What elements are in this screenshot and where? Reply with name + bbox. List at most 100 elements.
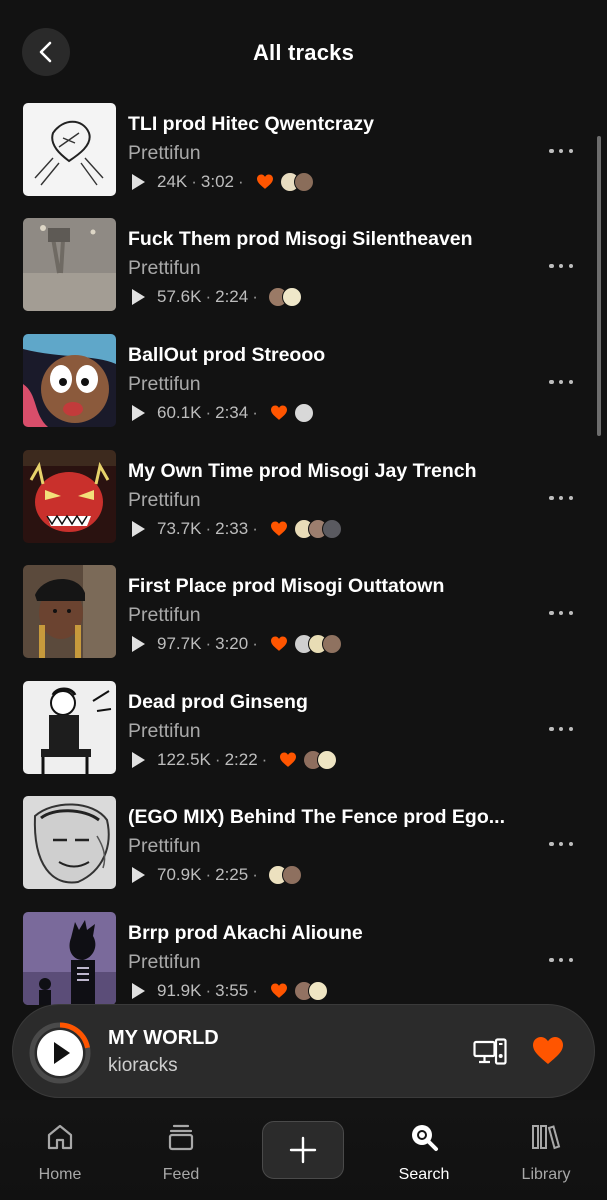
- track-artist[interactable]: Prettifun: [128, 489, 201, 512]
- track-artwork[interactable]: [23, 681, 116, 774]
- track-stats: 70.9K · 2:25 · #ece1bf#8e705f: [132, 864, 302, 886]
- reposter-avatar: #8e705f: [281, 865, 302, 885]
- track-title: Brrp prod Akachi Alioune: [128, 922, 363, 944]
- track-artist[interactable]: Prettifun: [128, 951, 201, 974]
- track-artwork[interactable]: [23, 218, 116, 311]
- nav-home[interactable]: Home: [10, 1120, 110, 1190]
- track-row[interactable]: Dead prod Ginseng Prettifun 122.5K · 2:2…: [0, 681, 607, 777]
- track-artist[interactable]: Prettifun: [128, 142, 201, 165]
- nav-search[interactable]: Search: [374, 1120, 474, 1190]
- scrollbar[interactable]: [597, 136, 601, 436]
- track-artwork[interactable]: [23, 103, 116, 196]
- reposter-avatars: #d8d8d8: [293, 403, 314, 423]
- more-options-button[interactable]: [549, 488, 573, 508]
- dot-icon: [568, 263, 573, 269]
- track-title: (EGO MIX) Behind The Fence prod Ego...: [128, 806, 506, 828]
- play-count: 91.9K: [157, 981, 202, 1000]
- home-icon: [47, 1124, 73, 1150]
- track-title: First Place prod Misogi Outtatown: [128, 575, 445, 597]
- play-count-icon: [132, 521, 145, 537]
- dot-icon: [568, 957, 573, 963]
- page-title: All tracks: [252, 40, 355, 65]
- like-heart-icon[interactable]: [532, 1036, 564, 1066]
- track-artist[interactable]: Prettifun: [128, 604, 201, 627]
- connect-device-icon[interactable]: [473, 1038, 507, 1066]
- feed-icon: [168, 1124, 194, 1151]
- dot-icon: [558, 726, 564, 732]
- liked-heart-icon: [279, 752, 297, 768]
- track-row[interactable]: First Place prod Misogi Outtatown Pretti…: [0, 565, 607, 661]
- separator-dot: ·: [205, 287, 212, 306]
- liked-heart-icon: [270, 636, 288, 652]
- now-playing-artist: kioracks: [108, 1055, 178, 1076]
- dot-icon: [549, 841, 554, 847]
- play-count-icon: [132, 405, 145, 421]
- track-artwork[interactable]: [23, 912, 116, 1005]
- header: All tracks: [0, 0, 607, 106]
- library-icon: [532, 1125, 561, 1150]
- dot-icon: [549, 610, 554, 616]
- reposter-avatars: #e9dcb8#9c7e6e#5a5a60: [293, 519, 342, 539]
- liked-heart-icon: [256, 174, 274, 190]
- reposter-avatar: #5a5a60: [321, 519, 342, 539]
- track-title: BallOut prod Streooo: [128, 344, 326, 366]
- separator-dot: ·: [261, 750, 268, 769]
- more-options-button[interactable]: [549, 141, 573, 161]
- play-pause-button[interactable]: [29, 1022, 91, 1084]
- play-count-icon: [132, 289, 145, 305]
- more-options-button[interactable]: [549, 834, 573, 854]
- track-artwork[interactable]: [23, 334, 116, 427]
- add-button[interactable]: [262, 1121, 344, 1179]
- more-options-button[interactable]: [549, 372, 573, 392]
- play-count: 24K: [157, 172, 188, 191]
- track-stats: 122.5K · 2:22 · #8e6e5e#eee4c2: [132, 749, 338, 771]
- play-count-icon: [132, 752, 145, 768]
- separator-dot: ·: [252, 634, 258, 653]
- now-playing-title: MY WORLD: [108, 1027, 219, 1049]
- dot-icon: [568, 610, 573, 616]
- more-options-button[interactable]: [549, 950, 573, 970]
- dot-icon: [558, 957, 564, 963]
- nav-feed[interactable]: Feed: [131, 1120, 231, 1190]
- separator-dot: ·: [252, 865, 258, 884]
- dot-icon: [568, 495, 573, 501]
- track-artist[interactable]: Prettifun: [128, 373, 201, 396]
- separator-dot: ·: [205, 519, 212, 538]
- more-options-button[interactable]: [549, 719, 573, 739]
- dot-icon: [558, 495, 564, 501]
- track-artist[interactable]: Prettifun: [128, 257, 201, 280]
- track-row[interactable]: TLI prod Hitec Qwentcrazy Prettifun 24K …: [0, 103, 607, 199]
- separator-dot: ·: [238, 172, 244, 191]
- play-count: 73.7K: [157, 519, 202, 538]
- track-artwork[interactable]: [23, 450, 116, 543]
- nav-library[interactable]: Library: [496, 1120, 596, 1190]
- track-artist[interactable]: Prettifun: [128, 835, 201, 858]
- dot-icon: [549, 957, 554, 963]
- reposter-avatars: #cfcfcf#e8ddb5#8f7260: [293, 634, 342, 654]
- track-duration: 3:55: [215, 981, 249, 1000]
- track-artist[interactable]: Prettifun: [128, 720, 201, 743]
- separator-dot: ·: [252, 981, 258, 1000]
- more-options-button[interactable]: [549, 256, 573, 276]
- play-count-icon: [132, 867, 145, 883]
- reposter-avatars: #9a7a66#efe7c9: [267, 287, 302, 307]
- track-row[interactable]: Brrp prod Akachi Alioune Prettifun 91.9K…: [0, 912, 607, 1008]
- more-options-button[interactable]: [549, 603, 573, 623]
- reposter-avatar: #efe7c9: [281, 287, 302, 307]
- track-row[interactable]: Fuck Them prod Misogi Silentheaven Prett…: [0, 218, 607, 314]
- track-row[interactable]: (EGO MIX) Behind The Fence prod Ego... P…: [0, 796, 607, 892]
- reposter-avatar: #8f7260: [321, 634, 342, 654]
- reposter-avatar: #efe5c3: [307, 981, 328, 1001]
- track-stats: 60.1K · 2:34 · #d8d8d8: [132, 402, 314, 424]
- track-artwork[interactable]: [23, 565, 116, 658]
- track-stats: 97.7K · 3:20 · #cfcfcf#e8ddb5#8f7260: [132, 633, 342, 655]
- mini-player[interactable]: MY WORLD kioracks: [12, 1004, 595, 1098]
- track-artwork[interactable]: [23, 796, 116, 889]
- play-count: 57.6K: [157, 287, 202, 306]
- dot-icon: [568, 841, 573, 847]
- dot-icon: [558, 610, 564, 616]
- reposter-avatars: #927262#efe5c3: [293, 981, 328, 1001]
- track-row[interactable]: My Own Time prod Misogi Jay Trench Prett…: [0, 450, 607, 546]
- track-row[interactable]: BallOut prod Streooo Prettifun 60.1K · 2…: [0, 334, 607, 430]
- track-title: Fuck Them prod Misogi Silentheaven: [128, 228, 473, 250]
